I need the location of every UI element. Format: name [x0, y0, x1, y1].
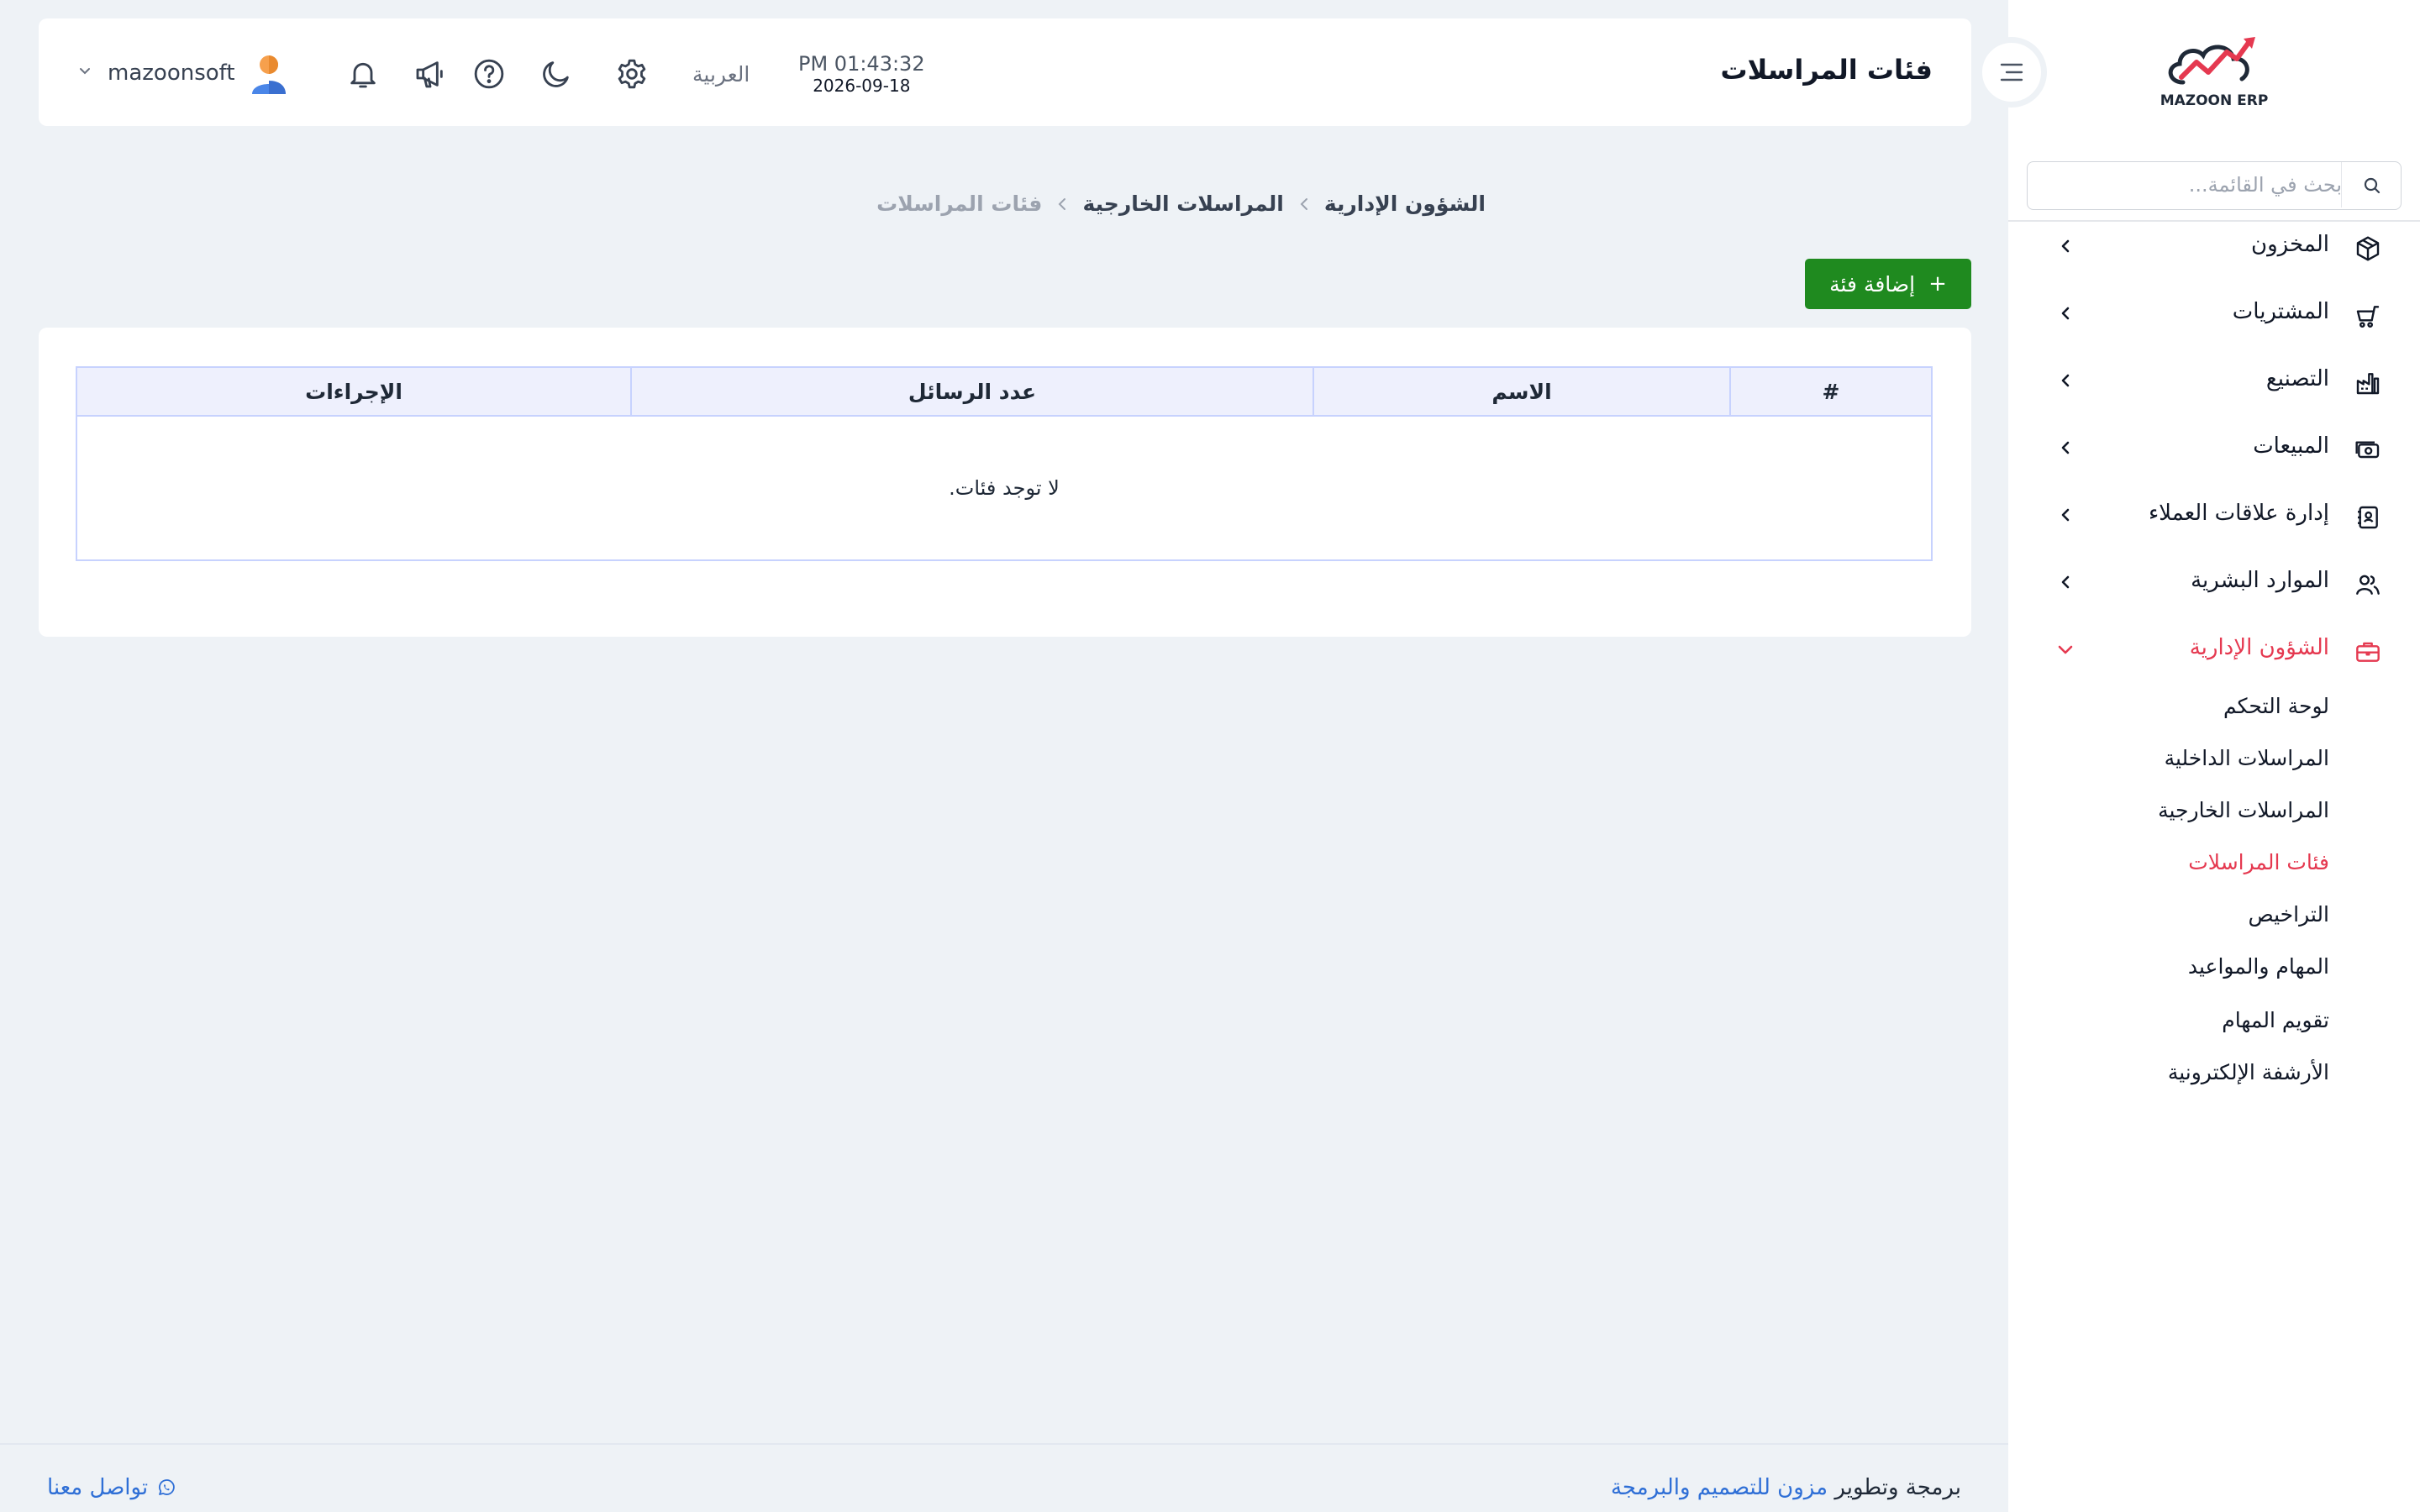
factory-icon — [2354, 370, 2381, 396]
breadcrumb-external-correspondence[interactable]: المراسلات الخارجية — [1082, 192, 1283, 216]
chevron-left-icon — [2059, 575, 2074, 590]
column-header-name[interactable]: الاسم — [1313, 368, 1729, 415]
sidebar-item-sales[interactable]: المبيعات — [2008, 423, 2420, 474]
clock: PM 01:43:32 2026-09-18 — [798, 52, 925, 96]
plus-icon: + — [1928, 271, 1947, 297]
sidebar-item-label: المبيعات — [2253, 433, 2329, 459]
footer-divider — [0, 1443, 2008, 1445]
empty-state-message: لا توجد فئات. — [949, 476, 1060, 500]
whatsapp-icon — [156, 1478, 176, 1498]
categories-table: # الاسم عدد الرسائل الإجراءات لا توجد فئ… — [76, 366, 1933, 561]
avatar[interactable] — [249, 52, 289, 94]
username[interactable]: mazoonsoft — [108, 60, 235, 86]
clock-time: PM 01:43:32 — [798, 52, 925, 76]
chevron-left-icon — [2059, 440, 2074, 455]
top-header: فئات المراسلات PM 01:43:32 2026-09-18 ال… — [39, 18, 1971, 126]
sidebar-item-manufacturing[interactable]: التصنيع — [2008, 356, 2420, 407]
megaphone-icon[interactable] — [413, 57, 447, 91]
submenu-item-licenses[interactable]: التراخيص — [2249, 902, 2329, 927]
submenu-item-electronic-archive[interactable]: الأرشفة الإلكترونية — [2168, 1060, 2329, 1084]
column-header-actions: الإجراءات — [305, 379, 402, 404]
column-header-message-count[interactable]: عدد الرسائل — [630, 368, 1313, 415]
breadcrumb-admin-affairs[interactable]: الشؤون الإدارية — [1324, 192, 1486, 216]
chevron-left-icon — [2059, 373, 2074, 388]
sidebar-item-label: المخزون — [2251, 232, 2329, 257]
submenu-item-external-correspondence[interactable]: المراسلات الخارجية — [2158, 798, 2329, 822]
sidebar-item-admin-affairs[interactable]: الشؤون الإدارية — [2008, 625, 2420, 675]
breadcrumb: الشؤون الإدارية المراسلات الخارجية فئات … — [876, 192, 1486, 216]
chevron-left-icon — [2059, 507, 2074, 522]
search-icon[interactable] — [2362, 176, 2382, 196]
sidebar-search-input[interactable] — [2056, 162, 2342, 207]
help-icon[interactable] — [472, 57, 506, 91]
breadcrumb-current: فئات المراسلات — [876, 192, 1043, 216]
submenu-item-tasks-appointments[interactable]: المهام والمواعيد — [2188, 954, 2329, 979]
footer-credit-prefix: برمجة وتطوير — [1834, 1475, 1961, 1500]
table-body: لا توجد فئات. — [77, 417, 1931, 559]
sidebar-item-label: الموارد البشرية — [2191, 568, 2329, 593]
footer-company-link[interactable]: مزون للتصميم والبرمجة — [1611, 1475, 1828, 1500]
cash-icon — [2354, 437, 2381, 464]
submenu-item-correspondence-categories[interactable]: فئات المراسلات — [2188, 850, 2329, 874]
sidebar-toggle-button[interactable] — [1976, 37, 2047, 108]
sidebar-item-inventory[interactable]: المخزون — [2008, 222, 2420, 272]
contact-us-label: تواصل معنا — [47, 1475, 149, 1500]
cart-icon — [2354, 302, 2381, 329]
clock-date: 2026-09-18 — [813, 76, 911, 96]
sidebar-item-label: المشتريات — [2232, 299, 2329, 324]
submenu-item-dashboard[interactable]: لوحة التحكم — [2223, 694, 2329, 718]
bell-icon[interactable] — [346, 57, 380, 91]
table-header: # الاسم عدد الرسائل الإجراءات — [77, 368, 1931, 417]
contacts-book-icon — [2354, 504, 2381, 531]
search-divider — [2340, 162, 2342, 207]
sidebar-search — [2027, 161, 2402, 210]
page-title: فئات المراسلات — [1720, 54, 1933, 86]
briefcase-icon — [2354, 638, 2381, 665]
sidebar-item-crm[interactable]: إدارة علاقات العملاء — [2008, 491, 2420, 541]
chevron-down-icon[interactable] — [79, 67, 91, 76]
menu-toggle-icon — [1998, 60, 2025, 84]
categories-card: # الاسم عدد الرسائل الإجراءات لا توجد فئ… — [39, 328, 1971, 637]
chevron-left-icon — [1057, 197, 1067, 211]
logo[interactable]: MAZOON ERP — [2160, 34, 2269, 118]
sidebar: MAZOON ERP المخزون المشتريات التصنيع — [2008, 0, 2420, 1512]
submenu-item-internal-correspondence[interactable]: المراسلات الداخلية — [2165, 746, 2329, 770]
submenu-item-task-calendar[interactable]: تقويم المهام — [2222, 1008, 2329, 1032]
sidebar-item-label: إدارة علاقات العملاء — [2148, 501, 2329, 526]
sidebar-item-purchases[interactable]: المشتريات — [2008, 289, 2420, 339]
chevron-left-icon — [1299, 197, 1309, 211]
moon-icon[interactable] — [539, 57, 573, 91]
sidebar-item-label: الشؤون الإدارية — [2189, 635, 2329, 660]
box-icon — [2354, 235, 2381, 262]
language-switch[interactable]: العربية — [692, 62, 750, 87]
footer-credit: برمجة وتطوير مزون للتصميم والبرمجة — [1611, 1475, 1961, 1500]
add-category-button[interactable]: + إضافة فئة — [1805, 259, 1971, 309]
logo-icon — [2168, 37, 2255, 85]
users-icon — [2354, 571, 2381, 598]
chevron-down-icon — [2057, 643, 2074, 657]
contact-us-link[interactable]: تواصل معنا — [47, 1475, 176, 1500]
sidebar-item-hr[interactable]: الموارد البشرية — [2008, 558, 2420, 608]
add-category-label: إضافة فئة — [1829, 271, 1916, 297]
logo-text: MAZOON ERP — [2160, 92, 2269, 109]
sidebar-item-label: التصنيع — [2265, 366, 2329, 391]
chevron-left-icon — [2059, 239, 2074, 254]
chevron-left-icon — [2059, 306, 2074, 321]
gear-icon[interactable] — [615, 57, 649, 91]
column-header-number[interactable]: # — [1729, 368, 1931, 415]
